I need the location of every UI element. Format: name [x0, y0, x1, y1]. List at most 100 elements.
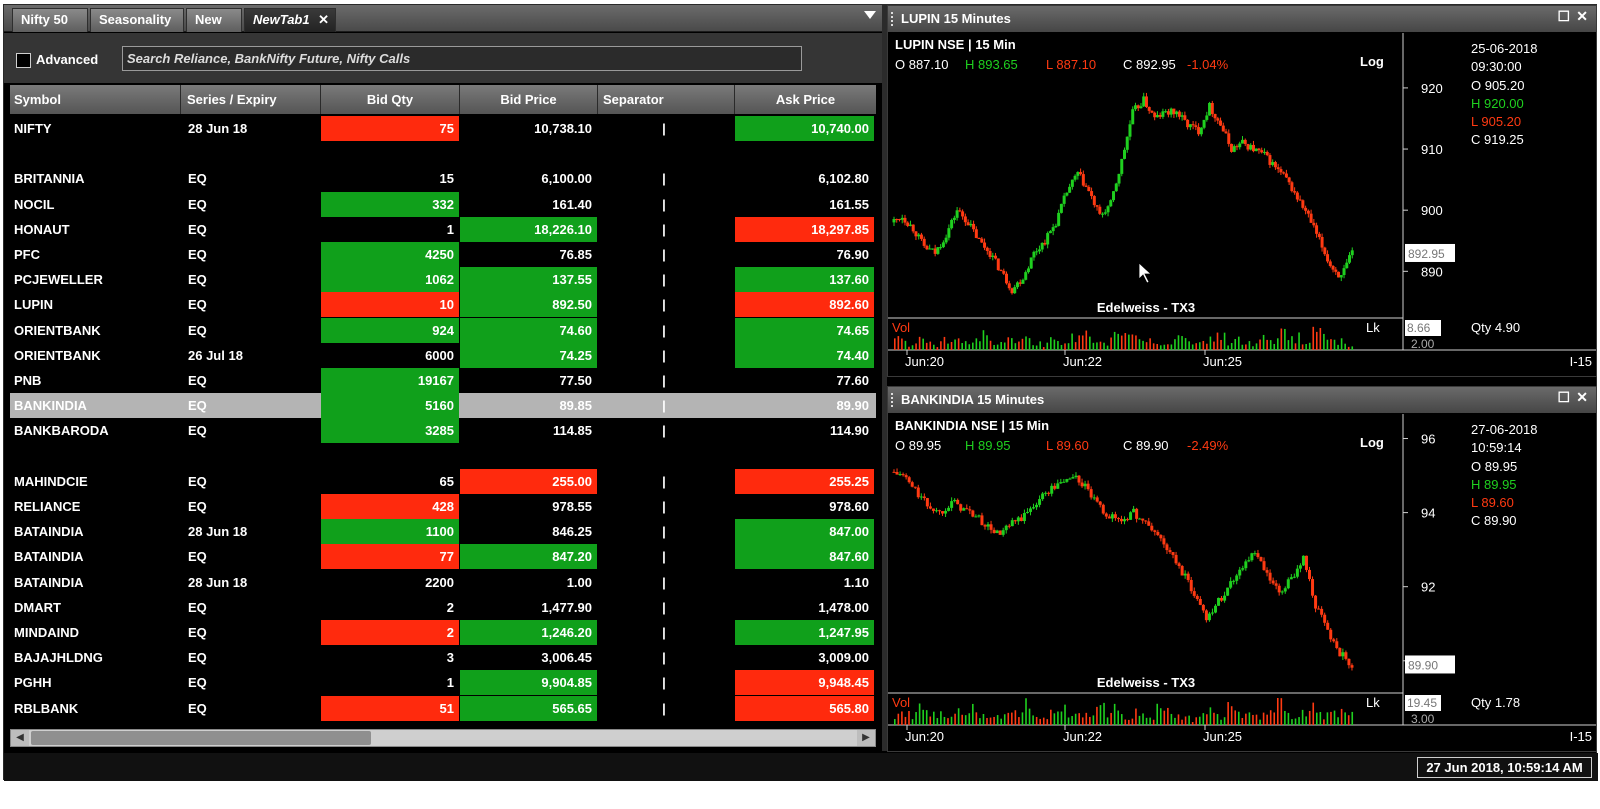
candle-body	[1220, 597, 1224, 601]
volume-bar	[1234, 339, 1237, 350]
volume-bar	[1096, 342, 1098, 350]
candle-body	[1013, 520, 1017, 522]
candle-body	[937, 510, 941, 512]
table-row[interactable]: ORIENTBANK 26 Jul 18 6000 74.25 | 74.40	[10, 342, 876, 368]
volume-bar	[1259, 719, 1261, 725]
candle-body	[1350, 665, 1354, 668]
candle-body	[895, 472, 899, 475]
tab-seasonality[interactable]: Seasonality	[90, 8, 184, 32]
candle-body	[1306, 210, 1310, 214]
volume-bar	[1284, 328, 1286, 350]
scroll-right-icon[interactable]: ▶	[857, 730, 875, 746]
candle-body	[985, 247, 989, 251]
col-header-separator[interactable]: Separator	[598, 85, 735, 114]
volume-bar	[975, 712, 978, 725]
col-header-series[interactable]: Series / Expiry	[181, 85, 321, 114]
horizontal-scrollbar[interactable]: ◀ ▶	[10, 729, 876, 747]
drag-grip-icon[interactable]	[891, 393, 895, 407]
candle-body	[1090, 191, 1094, 197]
candle-body	[1059, 482, 1063, 484]
cell-bid-price: 74.60	[460, 317, 597, 343]
grid-header: Symbol Series / Expiry Bid Qty Bid Price…	[10, 85, 876, 114]
table-row[interactable]: BATAINDIA 28 Jun 18 1100 846.25 | 847.00	[10, 519, 876, 545]
candle-body	[1144, 96, 1148, 107]
cell-symbol: PCJEWELLER	[14, 272, 103, 288]
table-row[interactable]: MINDAIND EQ 2 1,246.20 | 1,247.95	[10, 620, 876, 645]
table-row[interactable]: RELIANCE EQ 428 978.55 | 978.60	[10, 494, 876, 519]
symbol-search-input[interactable]	[122, 46, 802, 71]
candlestick-chart-bankindia[interactable]: BANKINDIA NSE | 15 Min O 89.95 H 89.95 L 89…	[888, 414, 1596, 751]
drag-grip-icon[interactable]	[891, 12, 895, 26]
tab-newtab1[interactable]: NewTab1 ✕	[244, 8, 336, 32]
table-row[interactable]: PGHH EQ 1 9,904.85 | 9,948.45	[10, 670, 876, 696]
table-row[interactable]: BATAINDIA EQ 77 847.20 | 847.60	[10, 544, 876, 570]
candle-body	[913, 486, 917, 488]
ohlc-change: -1.04%	[1187, 57, 1229, 72]
table-row[interactable]: PNB EQ 19167 77.50 | 77.60	[10, 368, 876, 393]
candle-body	[1084, 185, 1088, 187]
col-header-bid-qty[interactable]: Bid Qty	[321, 85, 460, 114]
table-row[interactable]: NIFTY 28 Jun 18 75 10,738.10 | 10,740.00	[10, 116, 876, 141]
volume-bar	[1245, 713, 1247, 725]
table-row[interactable]: BRITANNIA EQ 15 6,100.00 | 6,102.80	[10, 166, 876, 191]
volume-bar	[1213, 341, 1215, 350]
table-row[interactable]: PFC EQ 4250 76.85 | 76.90	[10, 242, 876, 267]
table-row[interactable]: DMART EQ 2 1,477.90 | 1,478.00	[10, 595, 876, 620]
table-row[interactable]: RBLBANK EQ 51 565.65 | 565.80	[10, 695, 876, 721]
candle-body	[1046, 233, 1050, 245]
table-row[interactable]	[10, 444, 876, 469]
candlestick-chart-lupin[interactable]: LUPIN NSE | 15 Min O 887.10 H 893.65 L 887.…	[888, 33, 1596, 376]
table-row[interactable]: BATAINDIA 28 Jun 18 2200 1.00 | 1.10	[10, 570, 876, 595]
volume-bar	[1344, 343, 1346, 350]
y-tick-label: 890	[1421, 264, 1443, 279]
close-icon[interactable]: ✕	[1576, 8, 1588, 25]
maximize-icon[interactable]: ☐	[1557, 389, 1570, 406]
volume-bar	[1152, 343, 1155, 350]
table-row[interactable]: BAJAJHLDNG EQ 3 3,006.45 | 3,009.00	[10, 645, 876, 670]
volume-bar	[1241, 344, 1244, 350]
table-row[interactable]: ORIENTBANK EQ 924 74.60 | 74.65	[10, 317, 876, 343]
table-row[interactable]: LUPIN EQ 10 892.50 | 892.60	[10, 292, 876, 318]
table-row[interactable]: PCJEWELLER EQ 1062 137.55 | 137.60	[10, 267, 876, 293]
col-header-ask-price[interactable]: Ask Price	[735, 85, 876, 114]
advanced-checkbox[interactable]	[16, 53, 31, 68]
candle-body	[1136, 105, 1140, 109]
candle-body	[1230, 143, 1234, 152]
col-header-symbol[interactable]: Symbol	[10, 85, 181, 114]
table-row[interactable]	[10, 141, 876, 166]
scroll-left-icon[interactable]: ◀	[11, 730, 29, 746]
close-tab-icon[interactable]: ✕	[318, 9, 329, 31]
tab-dropdown-icon[interactable]	[864, 11, 876, 19]
cell-separator	[598, 444, 734, 469]
table-row[interactable]: NOCIL EQ 332 161.40 | 161.55	[10, 191, 876, 217]
tab-new[interactable]: New	[186, 8, 242, 32]
table-row[interactable]: BANKINDIA EQ 5160 89.85 | 89.90	[10, 393, 876, 419]
volume-bar	[1007, 712, 1010, 725]
volume-scale-top: 8.66	[1407, 321, 1431, 335]
cell-ask-price: 847.00	[735, 519, 874, 545]
cell-bid-price: 255.00	[460, 468, 597, 494]
tab-nifty-50[interactable]: Nifty 50	[12, 8, 88, 32]
cell-bid-price: 892.50	[460, 292, 597, 318]
watchlist-grid: NIFTY 28 Jun 18 75 10,738.10 | 10,740.00 BRITA…	[10, 116, 876, 726]
candle-body	[917, 234, 921, 237]
candle-body	[908, 224, 912, 226]
candle-body	[1253, 553, 1257, 555]
maximize-icon[interactable]: ☐	[1557, 8, 1570, 25]
cell-symbol: BATAINDIA	[14, 524, 84, 540]
table-row[interactable]: HONAUT EQ 1 18,226.10 | 18,297.85	[10, 216, 876, 242]
cell-separator: |	[662, 272, 666, 288]
x-tick-label: Jun:25	[1203, 354, 1242, 369]
table-row[interactable]: BANKBARODA EQ 3285 114.85 | 114.90	[10, 418, 876, 444]
close-icon[interactable]: ✕	[1576, 389, 1588, 406]
candle-body	[931, 508, 935, 511]
candle-body	[1256, 553, 1260, 558]
candle-body	[986, 524, 990, 527]
volume-bar	[904, 340, 907, 350]
candle-body	[1116, 518, 1120, 520]
col-header-bid-price[interactable]: Bid Price	[460, 85, 598, 114]
table-row[interactable]: MAHINDCIE EQ 65 255.00 | 255.25	[10, 468, 876, 494]
info-low: L 905.20	[1471, 114, 1521, 129]
candle-body	[1309, 213, 1313, 223]
scrollbar-thumb[interactable]	[31, 731, 371, 745]
